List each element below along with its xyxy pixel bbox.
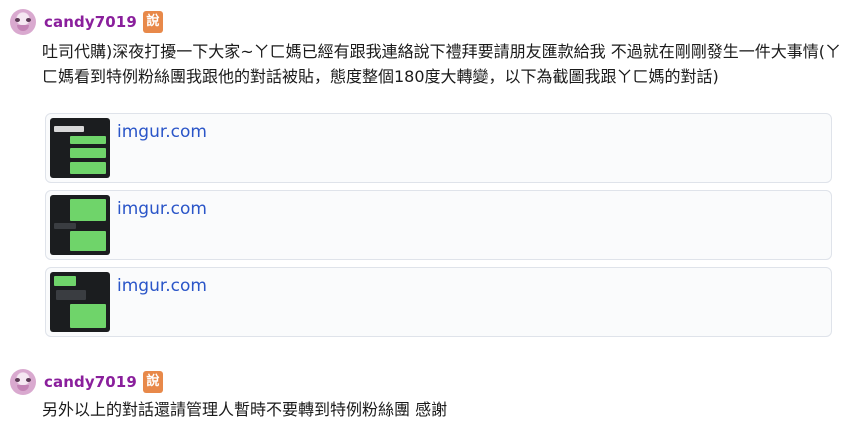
link-preview-card[interactable]: imgur.com [45, 190, 832, 260]
say-badge: 說 [142, 11, 163, 33]
chat-screenshot-thumbnail [50, 195, 110, 255]
avatar[interactable] [10, 369, 36, 395]
link-preview-card[interactable]: imgur.com [45, 113, 832, 183]
link-domain[interactable]: imgur.com [117, 276, 207, 296]
link-domain[interactable]: imgur.com [117, 122, 207, 142]
link-domain[interactable]: imgur.com [117, 199, 207, 219]
post-header: candy7019 說 [10, 9, 163, 35]
chat-screenshot-thumbnail [50, 118, 110, 178]
post-header: candy7019 說 [10, 369, 163, 395]
post-text: 吐司代購)深夜打擾一下大家~ㄚㄈ媽已經有跟我連絡說下禮拜要請朋友匯款給我 不過就… [42, 42, 841, 86]
post-2: candy7019 說 另外以上的對話還請管理人暫時不要轉到特例粉絲團 感謝 [0, 345, 852, 430]
chat-screenshot-thumbnail [50, 272, 110, 332]
say-badge: 說 [142, 371, 163, 393]
avatar[interactable] [10, 9, 36, 35]
username[interactable]: candy7019 [44, 373, 137, 391]
username[interactable]: candy7019 [44, 13, 137, 31]
post-1: candy7019 說 吐司代購)深夜打擾一下大家~ㄚㄈ媽已經有跟我連絡說下禮拜… [0, 0, 852, 345]
post-text: 另外以上的對話還請管理人暫時不要轉到特例粉絲團 感謝 [42, 400, 448, 419]
link-preview-card[interactable]: imgur.com [45, 267, 832, 337]
